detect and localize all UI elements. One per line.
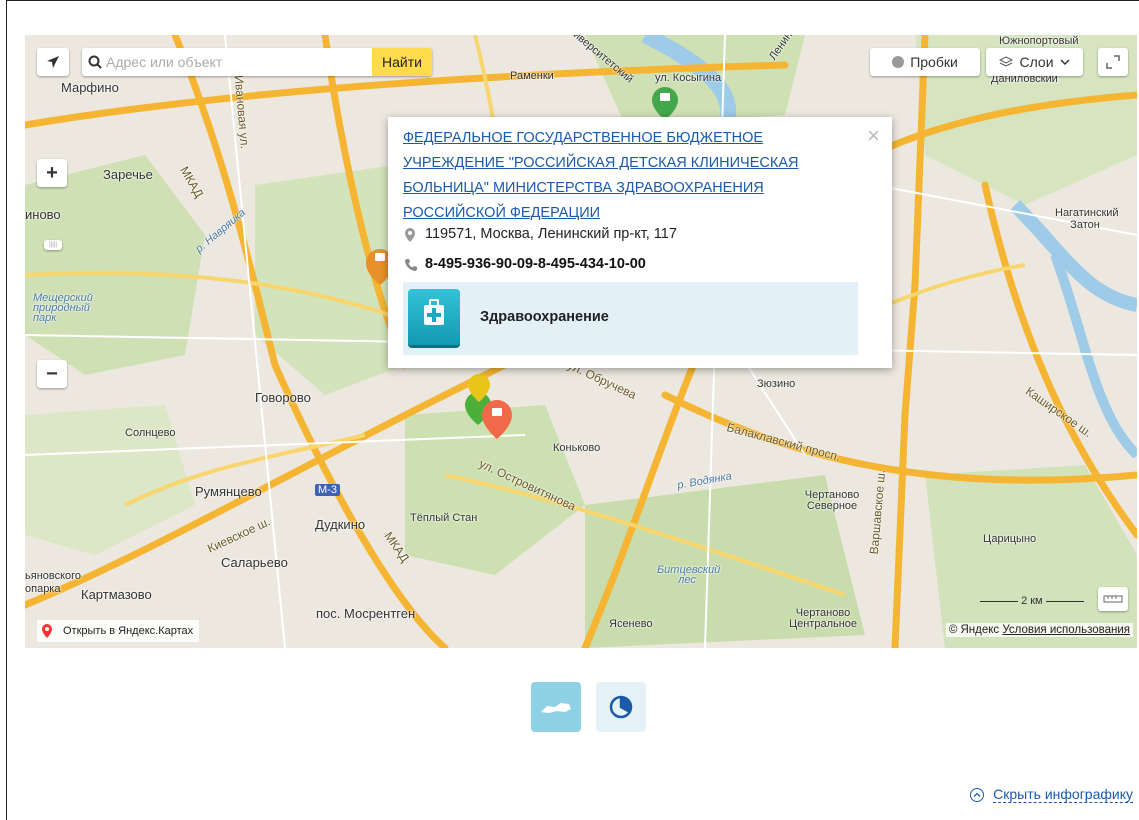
search-box: Найти [82,48,432,76]
copyright-brand: © Яндекс [948,624,1000,636]
ruler-icon [1103,595,1123,603]
popup-phone[interactable]: 8-495-936-90-09-8-495-434-10-00 [425,256,646,272]
layers-icon [999,56,1014,67]
open-in-yandex-maps-link[interactable]: Открыть в Яндекс.Картах [37,620,200,642]
search-button[interactable]: Найти [372,48,432,76]
location-pin-icon [405,228,415,242]
map-label: Зюзино [757,378,796,390]
hide-infographic-link[interactable]: Скрыть инфографику [969,786,1133,803]
category-label: Здравоохранение [480,309,609,325]
map-label: Нагатинский Затон [1055,207,1119,231]
map-label: Говорово [255,390,311,405]
chevron-down-icon [1059,59,1070,66]
layers-label: Слои [1019,54,1054,70]
close-icon[interactable]: × [867,125,880,147]
traffic-button[interactable]: Пробки [870,48,980,76]
search-icon [88,55,102,69]
scale-bar: 2 км [980,595,1084,607]
popup-address: 119571, Москва, Ленинский пр-кт, 117 [425,226,677,242]
medical-bag-icon [408,289,460,345]
map-label: Марфино [61,80,119,95]
traffic-label: Пробки [910,54,958,70]
map-label: ул. Косыгина [655,72,722,84]
map-label: пос. Мосрентген [316,606,416,621]
map-label: опарка [25,583,61,595]
map-label: Саларьево [221,555,288,570]
map-label: Чертаново Северное [804,489,860,512]
map-label: Царицыно [983,533,1037,545]
open-in-yandex-label: Открыть в Яндекс.Картах [63,625,194,637]
yandex-pin-icon [42,624,52,638]
map-label: Картмазово [81,587,152,602]
expand-icon [1106,55,1120,69]
map-label: иново [25,207,61,222]
map-label: ьяновского [25,570,82,582]
map-label: Битцевский лес [657,564,721,586]
zoom-out-button[interactable]: − [37,360,67,388]
pie-chart-icon [609,695,633,719]
traffic-icon [892,56,905,68]
hide-infographic-label: Скрыть инфографику [993,786,1133,803]
chart-view-button[interactable] [596,682,646,732]
phone-icon [405,259,417,271]
map-label: Коньково [553,442,601,454]
map-label: Дудкино [315,517,366,532]
map-label: Солнцево [125,427,176,439]
zoom-in-button[interactable]: + [37,159,67,187]
highway-badge: М-3 [315,484,340,496]
layers-button[interactable]: Слои [986,48,1083,76]
zoom-slider-handle[interactable]: ||||| [44,240,62,250]
map-label: Заречье [103,167,153,182]
terms-link[interactable]: Условия использования [1002,624,1130,636]
map[interactable]: Марфино Заречье иново Раменки ул. Косыги… [25,35,1137,648]
map-label: Тёплый Стан [410,512,478,524]
map-label: Мещерский природный парк [33,292,93,324]
map-label: Раменки [510,70,554,82]
map-view-button[interactable] [531,682,581,732]
popup-title-link[interactable]: ФЕДЕРАЛЬНОЕ ГОСУДАРСТВЕННОЕ БЮДЖЕТНОЕ УЧ… [403,126,843,226]
category-block: Здравоохранение [403,282,858,355]
search-input[interactable] [102,48,364,76]
object-popup: ФЕДЕРАЛЬНОЕ ГОСУДАРСТВЕННОЕ БЮДЖЕТНОЕ УЧ… [388,117,892,368]
arrow-icon [47,56,59,68]
chevron-up-circle-icon [970,787,985,802]
scale-label: 2 км [1021,595,1043,607]
map-label: Румянцево [195,484,262,499]
locate-button[interactable] [37,48,69,76]
map-label: Ясенево [609,618,653,630]
map-copyright: © Яндекс Условия использования [945,623,1133,637]
ruler-button[interactable] [1098,587,1128,611]
frame-border-left [6,0,7,820]
russia-map-icon [541,703,571,713]
fullscreen-button[interactable] [1098,48,1128,76]
map-label: Южнопортовый [999,35,1079,47]
frame-border-top [6,0,1139,1]
map-label: Чертаново Центральное [788,607,858,630]
